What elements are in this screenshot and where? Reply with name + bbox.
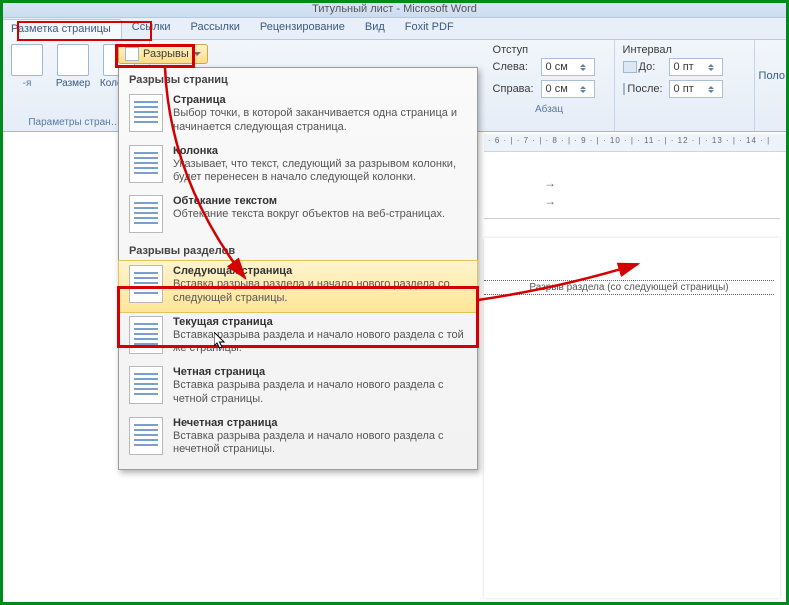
orientation-cut-button[interactable]: -я: [6, 44, 48, 116]
page-gap: [484, 218, 780, 219]
continuous-break-icon: [129, 316, 163, 354]
tab-view[interactable]: Вид: [355, 18, 395, 40]
text-wrapping-icon: [129, 195, 163, 233]
page-break-icon: [129, 94, 163, 132]
menu-item-continuous[interactable]: Текущая страницаВставка разрыва раздела …: [119, 312, 477, 363]
position-cut-label: Поло: [755, 40, 789, 131]
next-page-break-icon: [129, 265, 163, 303]
menu-item-next-page[interactable]: Следующая страницаВставка разрыва раздел…: [118, 260, 478, 313]
page-icon: [11, 44, 43, 76]
indent-left-input[interactable]: 0 см: [541, 58, 595, 76]
size-button[interactable]: Размер: [52, 44, 94, 116]
tab-references[interactable]: Ссылки: [122, 18, 181, 40]
horizontal-ruler[interactable]: · 6 · | · 7 · | · 8 · | · 9 · | · 10 · |…: [484, 134, 786, 152]
ribbon-tabs: Разметка страницы Ссылки Рассылки Реценз…: [0, 18, 789, 40]
menu-item-column[interactable]: КолонкаУказывает, что текст, следующий з…: [119, 141, 477, 192]
tab-mailings[interactable]: Рассылки: [181, 18, 250, 40]
spacing-after-input[interactable]: 0 пт: [669, 80, 723, 98]
breaks-icon: [125, 47, 139, 61]
indent-group: Отступ Слева:0 см Справа:0 см Абзац: [485, 40, 615, 131]
spacing-before-icon: [623, 61, 637, 73]
spacing-after-icon: [623, 83, 626, 95]
document-page-2[interactable]: Разрыв раздела (со следующей страницы): [484, 238, 780, 598]
breaks-menu: Разрывы страниц СтраницаВыбор точки, в к…: [118, 67, 478, 470]
menu-item-even-page[interactable]: Четная страницаВставка разрыва раздела и…: [119, 362, 477, 413]
spacing-group: Интервал До:0 пт После:0 пт: [615, 40, 755, 131]
paragraph-group-label: Абзац: [493, 102, 606, 115]
tab-review[interactable]: Рецензирование: [250, 18, 355, 40]
menu-item-odd-page[interactable]: Нечетная страницаВставка разрыва раздела…: [119, 413, 477, 464]
tab-foxit-pdf[interactable]: Foxit PDF: [395, 18, 464, 40]
document-area[interactable]: · 6 · | · 7 · | · 8 · | · 9 · | · 10 · |…: [484, 134, 786, 602]
size-icon: [57, 44, 89, 76]
tab-mark-icon: →: [544, 176, 556, 190]
section-break-marker: Разрыв раздела (со следующей страницы): [484, 280, 774, 295]
menu-item-text-wrapping[interactable]: Обтекание текстомОбтекание текста вокруг…: [119, 191, 477, 239]
column-break-icon: [129, 145, 163, 183]
breaks-button[interactable]: Разрывы: [118, 44, 208, 64]
mouse-cursor-icon: [214, 332, 226, 350]
chevron-down-icon: [193, 52, 201, 56]
indent-right-input[interactable]: 0 см: [541, 80, 595, 98]
even-page-break-icon: [129, 366, 163, 404]
tab-page-layout[interactable]: Разметка страницы: [0, 19, 122, 40]
spacing-before-input[interactable]: 0 пт: [669, 58, 723, 76]
menu-section-section-breaks: Разрывы разделов: [119, 239, 477, 261]
odd-page-break-icon: [129, 417, 163, 455]
menu-item-page[interactable]: СтраницаВыбор точки, в которой заканчива…: [119, 90, 477, 141]
document-page[interactable]: → → Разрыв раздела (со следующей страниц…: [484, 158, 786, 598]
window-title: Титульный лист - Microsoft Word: [0, 0, 789, 18]
menu-section-page-breaks: Разрывы страниц: [119, 68, 477, 90]
tab-mark-icon: →: [544, 194, 556, 208]
